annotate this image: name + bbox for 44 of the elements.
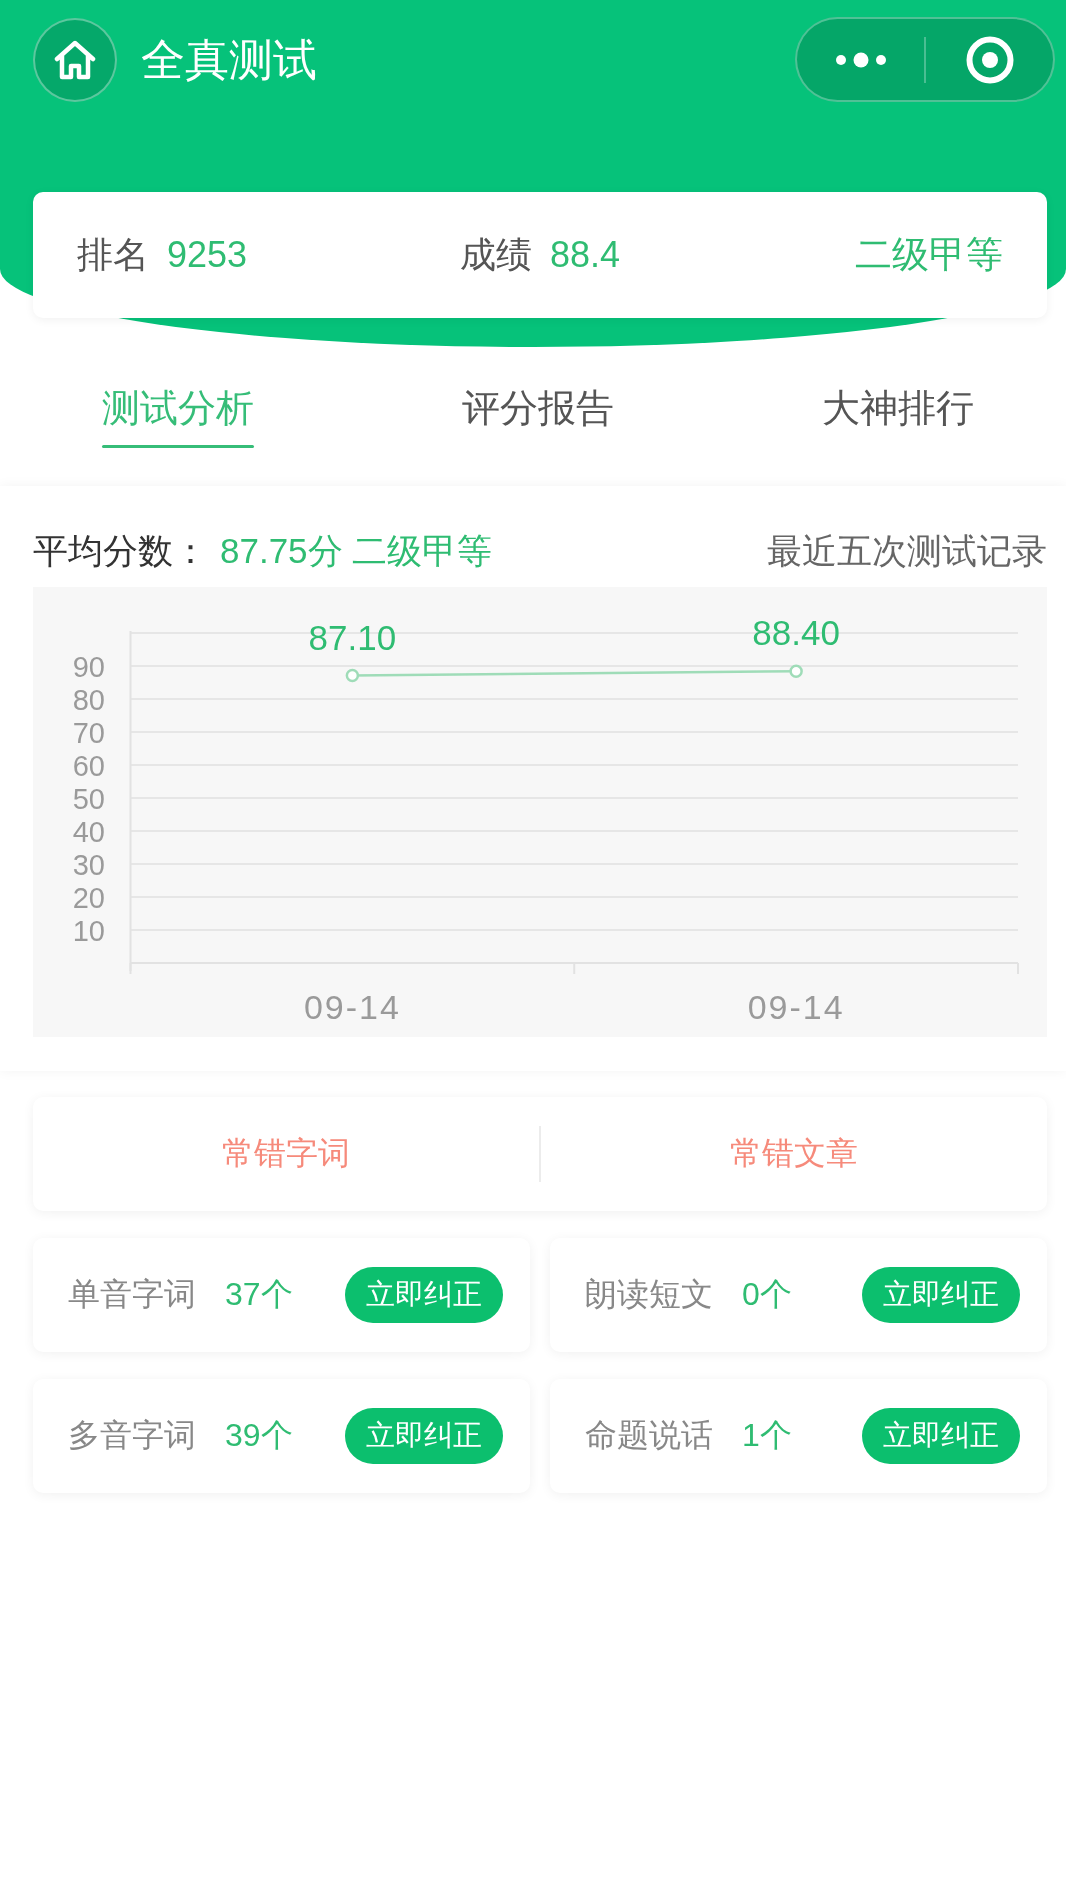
count-text: 39个 (225, 1416, 293, 1455)
tab[interactable]: 评分报告 (462, 385, 614, 448)
y-tick-label: 70 (72, 716, 105, 749)
stat-value: 88.4 (549, 233, 621, 277)
records-label: 最近五次测试记录 (767, 530, 1047, 572)
data-label: 88.40 (752, 613, 840, 653)
mistake-category-button[interactable]: 常错文章 (541, 1097, 1047, 1211)
mistake-category-button[interactable]: 常错字词 (33, 1097, 539, 1211)
count-text: 37个 (225, 1275, 293, 1314)
stat-label: 排名 (77, 233, 149, 277)
count-text: 0个 (742, 1275, 792, 1314)
category-label: 多音字词 (68, 1416, 196, 1455)
correct-button[interactable]: 立即纠正 (345, 1408, 503, 1464)
y-tick-label: 40 (72, 815, 105, 848)
stat-label: 成绩 (459, 233, 532, 277)
average-label: 平均分数： (33, 530, 208, 572)
average-value: 87.75分 二级甲等 (220, 530, 493, 572)
category-label: 朗读短文 (585, 1275, 713, 1314)
data-point (345, 668, 360, 683)
page-title: 全真测试 (141, 33, 317, 86)
correct-button[interactable]: 立即纠正 (345, 1267, 503, 1323)
y-tick-label: 10 (72, 914, 105, 947)
target-icon (965, 35, 1014, 84)
count-text: 1个 (742, 1416, 792, 1455)
category-label: 单音字词 (68, 1275, 196, 1314)
data-point (789, 664, 803, 679)
y-tick-label: 90 (72, 650, 105, 683)
stat-value: 9253 (167, 233, 248, 277)
tab[interactable]: 测试分析 (102, 385, 254, 448)
y-tick-label: 20 (72, 881, 105, 914)
category-label: 命题说话 (585, 1416, 713, 1455)
data-label: 87.10 (308, 617, 397, 657)
home-icon (53, 39, 97, 80)
tab[interactable]: 大神排行 (822, 385, 974, 448)
x-tick-label: 09-14 (747, 988, 845, 1026)
correct-button[interactable]: 立即纠正 (862, 1267, 1020, 1323)
y-tick-label: 30 (72, 848, 105, 881)
correct-button[interactable]: 立即纠正 (862, 1408, 1020, 1464)
y-tick-label: 60 (72, 749, 105, 782)
x-tick-label: 09-14 (303, 988, 401, 1026)
y-tick-label: 50 (72, 782, 105, 815)
grade-text: 二级甲等 (855, 233, 1003, 277)
more-icon (835, 51, 886, 68)
y-tick-label: 80 (72, 683, 105, 716)
